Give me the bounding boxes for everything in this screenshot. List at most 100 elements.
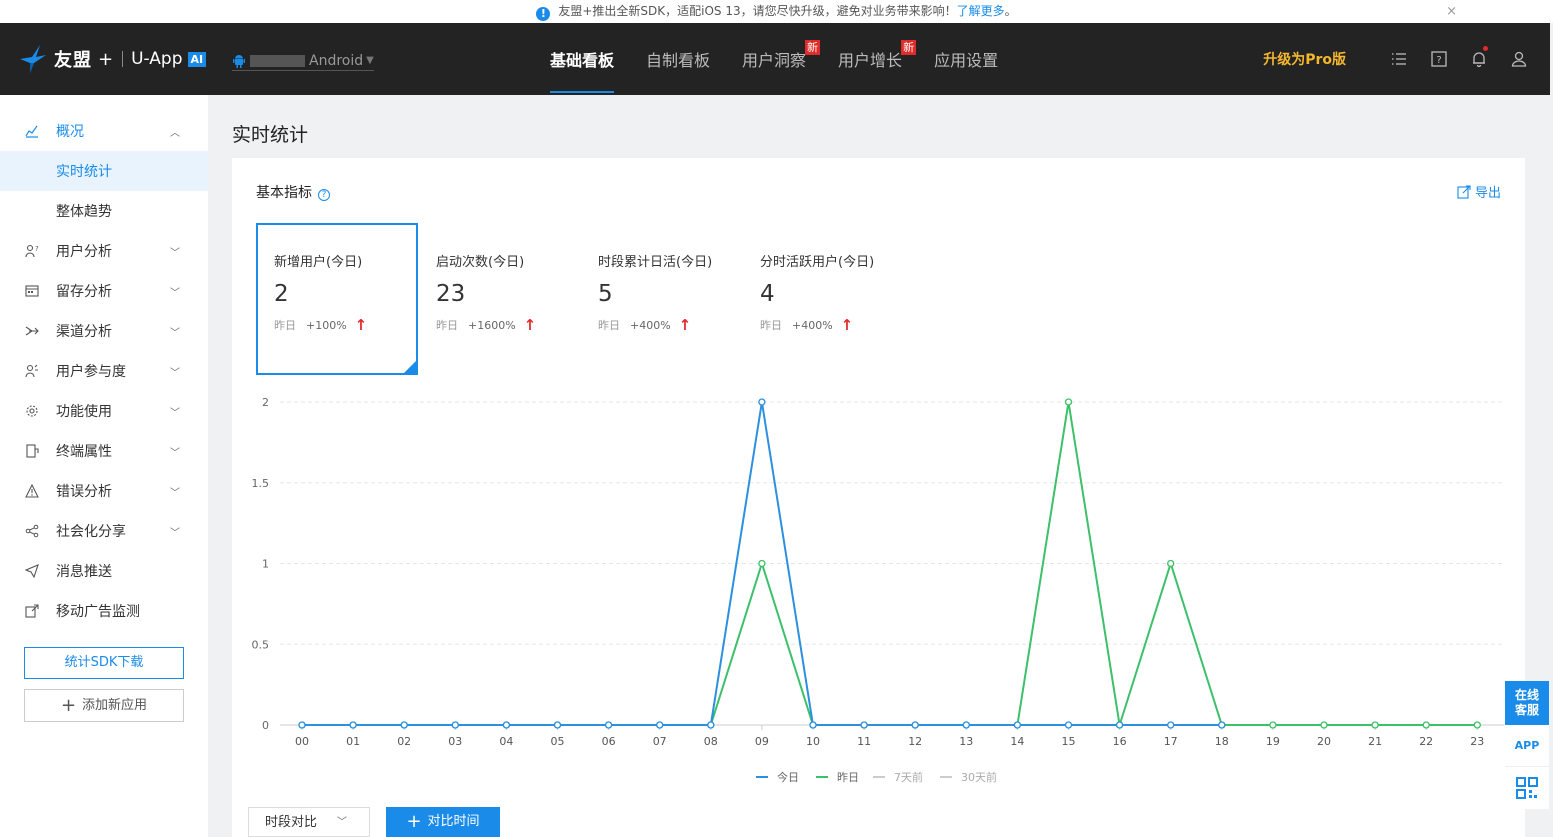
- data-point: [1167, 559, 1175, 568]
- data-point: [1064, 721, 1073, 729]
- ad-monitor-icon: [25, 604, 39, 618]
- feature-icon: [25, 404, 39, 418]
- y-tick-label: 0: [262, 719, 269, 732]
- app-name-redacted: [250, 54, 305, 67]
- x-tick-label: 15: [1062, 735, 1076, 748]
- data-point: [1269, 721, 1277, 729]
- plus-icon: +: [406, 811, 422, 832]
- help-icon[interactable]: ?: [1430, 50, 1448, 68]
- sidebar-item-trend[interactable]: 整体趋势: [0, 191, 208, 231]
- retention-icon: [25, 284, 39, 298]
- x-tick-label: 05: [551, 735, 565, 748]
- x-tick-label: 09: [755, 735, 769, 748]
- x-tick-label: 07: [653, 735, 667, 748]
- notice-learn-more-link[interactable]: 了解更多: [957, 4, 1005, 18]
- nav-app-settings[interactable]: 应用设置: [934, 23, 998, 95]
- sidebar-item-realtime[interactable]: 实时统计: [0, 151, 208, 191]
- qrcode-icon[interactable]: [1505, 767, 1549, 809]
- sidebar-item-retention[interactable]: 留存分析 ﹀: [0, 271, 208, 311]
- chevron-down-icon: ﹀: [170, 487, 180, 499]
- x-tick-label: 03: [448, 735, 462, 748]
- nav-custom-dashboard[interactable]: 自制看板: [646, 23, 710, 95]
- sidebar-item-label: 概况: [56, 124, 84, 140]
- online-service-button[interactable]: 在线 客服: [1505, 681, 1549, 725]
- sidebar-item-engagement[interactable]: 用户参与度 ﹀: [0, 351, 208, 391]
- sidebar-item-ad-monitor[interactable]: 移动广告监测: [0, 591, 208, 631]
- y-tick-label: 0.5: [252, 638, 270, 651]
- x-tick-label: 11: [857, 735, 871, 748]
- float-service-widget: 在线 客服 APP: [1505, 681, 1549, 809]
- data-point: [502, 721, 511, 729]
- upgrade-pro-link[interactable]: 升级为Pro版: [1263, 49, 1346, 69]
- chevron-down-icon: ﹀: [170, 527, 180, 539]
- sidebar-item-user-analysis[interactable]: ? 用户分析 ﹀: [0, 231, 208, 271]
- notice-text: 友盟+推出全新SDK，适配iOS 13，请您尽快升级，避免对业务带来影响！: [558, 4, 957, 18]
- platform-label: Android: [309, 52, 364, 69]
- data-point: [349, 721, 357, 729]
- x-tick-label: 12: [908, 735, 922, 748]
- legend-label: 30天前: [961, 770, 997, 784]
- info-icon: !: [536, 7, 551, 21]
- notice-bar: ! 友盟+推出全新SDK，适配iOS 13，请您尽快升级，避免对业务带来影响！了解…: [0, 0, 1553, 23]
- sidebar-item-feature[interactable]: 功能使用 ﹀: [0, 391, 208, 431]
- error-icon: [25, 483, 39, 498]
- data-point: [1167, 721, 1175, 729]
- logo[interactable]: 友盟 + U-App AI: [18, 43, 207, 75]
- x-tick-label: 22: [1419, 735, 1433, 748]
- x-tick-label: 16: [1113, 735, 1127, 748]
- main-nav: 基础看板 自制看板 用户洞察新 用户增长新 应用设置: [550, 23, 1030, 95]
- list-icon[interactable]: [1390, 50, 1408, 68]
- nav-user-growth[interactable]: 用户增长新: [838, 23, 917, 95]
- x-tick-label: 08: [704, 735, 718, 748]
- x-tick-label: 23: [1470, 735, 1484, 748]
- data-point: [298, 721, 306, 729]
- x-tick-label: 17: [1164, 735, 1178, 748]
- app-selector[interactable]: Android ▼: [232, 51, 374, 71]
- data-point: [1218, 721, 1226, 729]
- sidebar-item-device[interactable]: 终端属性 ﹀: [0, 431, 208, 471]
- data-point: [1320, 721, 1328, 729]
- svg-text:?: ?: [1436, 55, 1441, 66]
- chevron-down-icon: ﹀: [170, 247, 180, 259]
- sidebar-item-error[interactable]: 错误分析 ﹀: [0, 471, 208, 511]
- android-icon: [233, 54, 245, 68]
- sidebar: 概况 ︿ 实时统计 整体趋势 ? 用户分析 ﹀ 留存分析 ﹀ 渠道分析 ﹀ 用户参与度…: [0, 95, 208, 837]
- data-point: [707, 721, 715, 729]
- brand-name: 友盟: [54, 50, 92, 71]
- overview-icon: [25, 124, 39, 138]
- add-app-button[interactable]: + 添加新应用: [24, 689, 184, 722]
- sidebar-item-overview[interactable]: 概况 ︿: [0, 111, 208, 151]
- data-point: [656, 721, 664, 729]
- x-tick-label: 13: [959, 735, 973, 748]
- x-tick-label: 21: [1368, 735, 1382, 748]
- brand-plus: +: [98, 48, 115, 70]
- compare-time-button[interactable]: + 对比时间: [386, 807, 500, 837]
- x-tick-label: 02: [397, 735, 411, 748]
- data-point: [1371, 721, 1379, 729]
- notice-tail: 。: [1004, 4, 1017, 18]
- realtime-line-chart: 0 0.5 1 1.5 2 00 01 02 03 04 05 06 07 08 09 10 11 12 13 14 1…: [252, 396, 1504, 784]
- channel-icon: [25, 324, 39, 338]
- x-tick-label: 04: [499, 735, 513, 748]
- nav-user-insight[interactable]: 用户洞察新: [742, 23, 821, 95]
- sidebar-item-channel[interactable]: 渠道分析 ﹀: [0, 311, 208, 351]
- chevron-down-icon: ﹀: [337, 817, 347, 828]
- nav-basic-dashboard[interactable]: 基础看板: [550, 23, 615, 95]
- sidebar-item-push[interactable]: 消息推送: [0, 551, 208, 591]
- chevron-down-icon: ﹀: [170, 447, 180, 459]
- x-tick-label: 10: [806, 735, 820, 748]
- new-badge: 新: [901, 40, 917, 55]
- bell-icon[interactable]: [1470, 46, 1488, 68]
- data-point: [758, 398, 766, 406]
- period-compare-select[interactable]: 时段对比 ﹀: [248, 807, 370, 837]
- x-tick-label: 00: [295, 735, 309, 748]
- sidebar-item-share[interactable]: 社会化分享 ﹀: [0, 511, 208, 551]
- data-point: [860, 721, 868, 729]
- app-button[interactable]: APP: [1505, 725, 1549, 767]
- x-tick-label: 20: [1317, 735, 1331, 748]
- logo-divider: [122, 51, 124, 67]
- user-icon[interactable]: [1510, 50, 1528, 68]
- sdk-download-button[interactable]: 统计SDK下载: [24, 647, 184, 679]
- engagement-icon: [25, 364, 39, 378]
- close-icon[interactable]: ×: [1446, 0, 1457, 23]
